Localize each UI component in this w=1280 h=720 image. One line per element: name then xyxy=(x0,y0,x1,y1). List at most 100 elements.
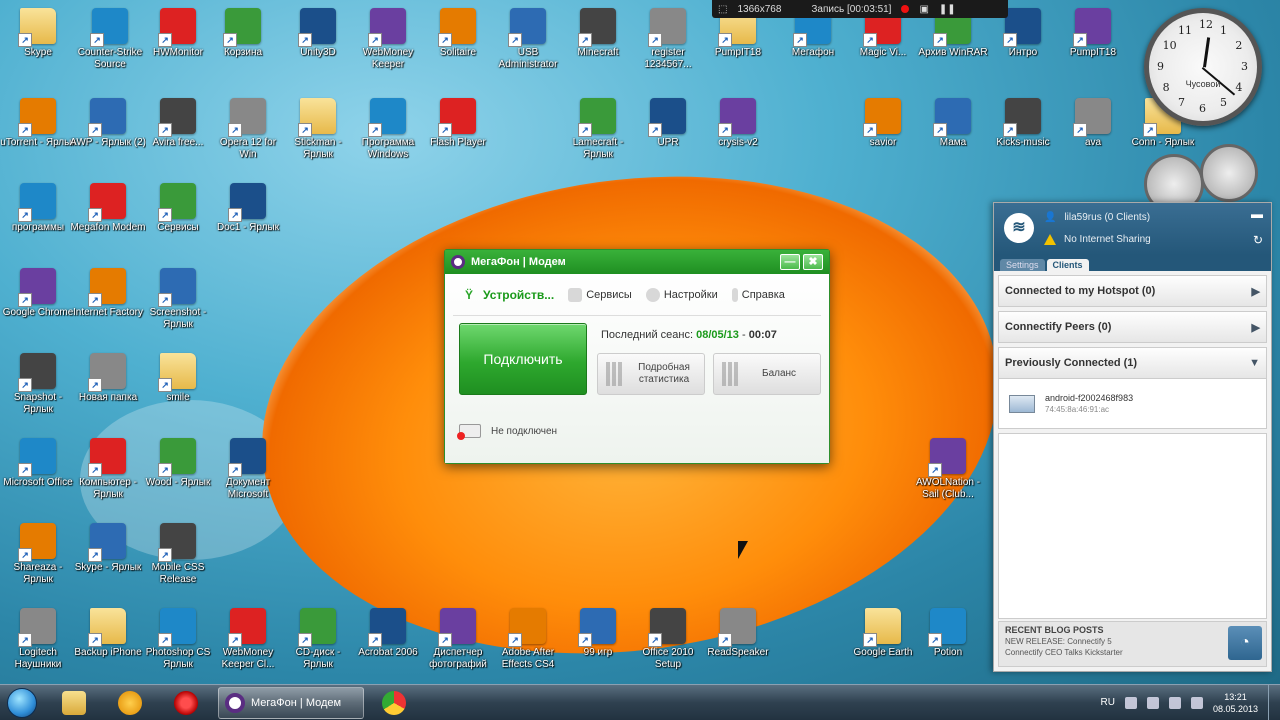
desktop-icon[interactable]: Мама xyxy=(915,98,991,149)
tab-help[interactable]: Справка xyxy=(731,287,785,302)
desktop-icon[interactable]: Диспетчер фотографий xyxy=(420,608,496,671)
desktop-icon[interactable]: AWOLNation - Sail (Club... xyxy=(910,438,986,501)
tab-clients[interactable]: Clients xyxy=(1046,259,1089,271)
desktop-icon[interactable]: Photoshop CS Ярлык xyxy=(140,608,216,671)
taskbar-explorer[interactable] xyxy=(48,687,100,719)
tab-services[interactable]: Сервисы xyxy=(568,287,632,302)
desktop-icon[interactable]: Backup iPhone xyxy=(70,608,146,659)
desktop-icon[interactable]: Google Chrome xyxy=(0,268,76,319)
section-previously-connected[interactable]: Previously Connected (1) ▼ xyxy=(998,347,1267,379)
desktop-icon[interactable]: Kicks-music xyxy=(985,98,1061,149)
taskbar-clock[interactable]: 13:21 08.05.2013 xyxy=(1213,691,1258,715)
desktop-icon[interactable]: Unity3D xyxy=(280,8,356,59)
desktop-icon[interactable]: UPR xyxy=(630,98,706,149)
close-button[interactable]: ✖ xyxy=(803,254,823,270)
connectify-panel: ≋ 👤 lila59rus (0 Clients) No Internet Sha… xyxy=(993,202,1272,672)
rss-icon[interactable]: ◔ xyxy=(1228,626,1262,660)
client-list-item[interactable]: android-f2002468f983 74:45:8a:46:91:ac xyxy=(998,379,1267,429)
desktop-icon[interactable]: uTorrent - Ярлык xyxy=(0,98,76,149)
desktop-icon[interactable]: WebMoney Keeper Cl... xyxy=(210,608,286,671)
desktop-icon[interactable]: Flash Player xyxy=(420,98,496,149)
desktop-icon[interactable]: AWP - Ярлык (2) xyxy=(70,98,146,149)
desktop-icon[interactable]: register 1234567... xyxy=(630,8,706,71)
record-dot-icon[interactable] xyxy=(901,5,910,13)
desktop-icon[interactable]: Minecraft xyxy=(560,8,636,59)
desktop-icon[interactable]: PumpIT18 xyxy=(1055,8,1131,59)
network-icon[interactable] xyxy=(1146,696,1159,709)
desktop-icon[interactable]: Megafon Modem xyxy=(70,183,146,234)
desktop-icon[interactable]: Potion xyxy=(910,608,986,659)
taskbar-opera[interactable] xyxy=(160,687,212,719)
desktop-icon[interactable]: Lamecraft - Ярлык xyxy=(560,98,636,161)
desktop-icon[interactable]: Solitaire xyxy=(420,8,496,59)
camera-icon[interactable]: ▣ xyxy=(919,4,928,15)
desktop-icon[interactable]: Counter-Strike Source xyxy=(72,8,148,71)
desktop-icon[interactable]: Skype - Ярлык xyxy=(70,523,146,574)
tab-settings[interactable]: Settings xyxy=(1000,259,1045,271)
desktop-icon[interactable]: Mobile CSS Release xyxy=(140,523,216,586)
blog-link[interactable]: Connectify CEO Talks Kickstarter xyxy=(1005,648,1260,657)
desktop-icon[interactable]: Skype xyxy=(0,8,76,59)
desktop-icon[interactable]: Office 2010 Setup xyxy=(630,608,706,671)
screen-recorder-bar[interactable]: ⬚ 1366x768 Запись [00:03:51] ▣ ❚❚ xyxy=(712,0,1008,18)
desktop-icon[interactable]: Новая папка xyxy=(70,353,146,404)
desktop-icon[interactable]: Компьютер - Ярлык xyxy=(70,438,146,501)
desktop-icon[interactable]: ReadSpeaker xyxy=(700,608,776,659)
desktop-icon[interactable]: ava xyxy=(1055,98,1131,149)
desktop-icon[interactable]: Документ Microsoft xyxy=(210,438,286,501)
desktop-icon[interactable]: Wood - Ярлык xyxy=(140,438,216,489)
desktop-icon[interactable]: Doc1 - Ярлык xyxy=(210,183,286,234)
pause-icon[interactable]: ❚❚ xyxy=(939,4,956,15)
tab-settings[interactable]: Настройки xyxy=(645,287,718,302)
desktop-icon[interactable]: Корзина xyxy=(205,8,281,59)
detailed-stats-button[interactable]: Подробная статистика xyxy=(597,353,705,395)
desktop-icon[interactable]: WebMoney Keeper xyxy=(350,8,426,71)
start-button[interactable] xyxy=(0,685,44,720)
desktop-icon[interactable]: Программа Windows xyxy=(350,98,426,161)
refresh-icon[interactable]: ↻ xyxy=(1253,233,1263,247)
desktop-icon[interactable]: savior xyxy=(845,98,921,149)
meter-gadget[interactable] xyxy=(1144,144,1262,214)
desktop-icon[interactable]: Сервисы xyxy=(140,183,216,234)
desktop-icon[interactable]: Avira free... xyxy=(140,98,216,149)
clock-gadget[interactable]: 12 1 2 3 4 5 6 7 8 9 10 11 Чусовой xyxy=(1144,8,1262,126)
desktop-icon[interactable]: Acrobat 2006 xyxy=(350,608,426,659)
desktop-icon[interactable]: smile xyxy=(140,353,216,404)
desktop-icon-label: Megafon Modem xyxy=(70,222,146,233)
volume-icon[interactable] xyxy=(1168,696,1181,709)
desktop-icon[interactable]: Stickman - Ярлык xyxy=(280,98,356,161)
desktop-icon[interactable]: программы xyxy=(0,183,76,234)
minimize-icon[interactable]: ▬ xyxy=(1251,207,1263,221)
clock-numeral: 1 xyxy=(1220,23,1227,37)
desktop-icon[interactable]: Logitech Наушники xyxy=(0,608,76,671)
taskbar-utility[interactable] xyxy=(104,687,156,719)
language-indicator[interactable]: RU xyxy=(1101,697,1115,708)
desktop-icon[interactable]: Microsoft Office xyxy=(0,438,76,489)
desktop-icon[interactable]: Screenshot - Ярлык xyxy=(140,268,216,331)
desktop-icon[interactable]: crysis-v2 xyxy=(700,98,776,149)
coins-icon xyxy=(722,362,740,386)
desktop-icon-label: smile xyxy=(166,392,190,403)
desktop-icon[interactable]: Snapshot - Ярлык xyxy=(0,353,76,416)
desktop-icon[interactable]: CD-диск - Ярлык xyxy=(280,608,356,671)
desktop-icon[interactable]: Adobe After Effects CS4 xyxy=(490,608,566,671)
taskbar-megafon[interactable]: МегаФон | Модем xyxy=(218,686,364,719)
section-connected-hotspot[interactable]: Connected to my Hotspot (0) ▶ xyxy=(998,275,1267,307)
section-connectify-peers[interactable]: Connectify Peers (0) ▶ xyxy=(998,311,1267,343)
power-icon[interactable] xyxy=(1190,696,1203,709)
tab-devices[interactable]: Ÿ Устройств... xyxy=(465,288,554,302)
desktop-icon[interactable]: Opera 12 for Win xyxy=(210,98,286,161)
taskbar-chrome[interactable] xyxy=(368,687,420,719)
megafon-titlebar[interactable]: МегаФон | Модем — ✖ xyxy=(445,250,829,274)
desktop-icon[interactable]: Shareaza - Ярлык xyxy=(0,523,76,586)
balance-button[interactable]: Баланс xyxy=(713,353,821,395)
tray-arrow-icon[interactable] xyxy=(1124,696,1137,709)
desktop-icon[interactable]: 99 игр xyxy=(560,608,636,659)
desktop-icon[interactable]: Internet Factory xyxy=(70,268,146,319)
hour-hand xyxy=(1203,37,1211,68)
show-desktop-button[interactable] xyxy=(1268,684,1280,720)
blog-link[interactable]: NEW RELEASE: Connectify 5 xyxy=(1005,637,1260,646)
minimize-button[interactable]: — xyxy=(780,254,800,270)
connect-button[interactable]: Подключить xyxy=(459,323,587,395)
desktop-icon[interactable]: USB Administrator xyxy=(490,8,566,71)
